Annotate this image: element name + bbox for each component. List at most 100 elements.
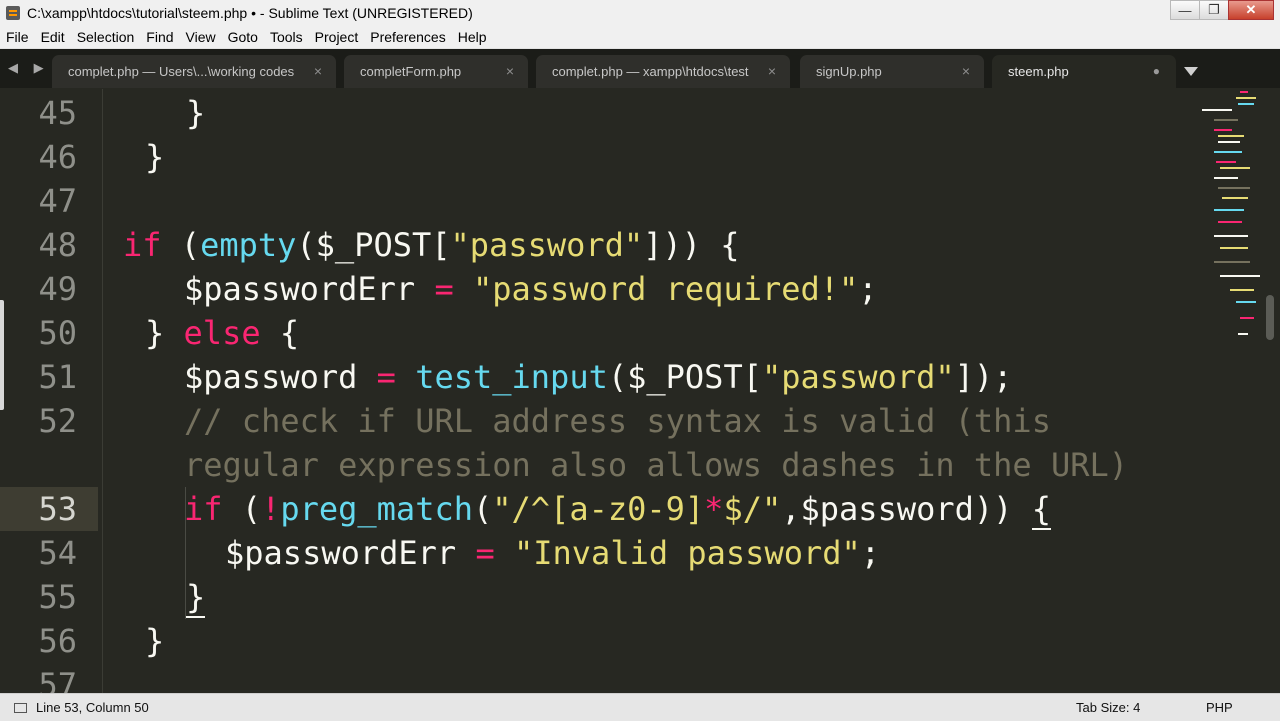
current-line-number: 53 [0,487,98,531]
tab-completform[interactable]: completForm.php × [344,55,528,88]
code-token: ]); [954,358,1013,396]
code-token: ! [261,490,281,528]
code-token: } [145,314,165,352]
code-token: "password" [450,226,644,264]
minimap-line [1222,197,1248,199]
tab-complet-test[interactable]: complet.php — xampp\htdocs\test × [536,55,790,88]
menu-goto[interactable]: Goto [222,29,264,45]
code-token: $/" [723,490,782,528]
code-line-51[interactable]: $password = test_input($_POST["password"… [184,355,1012,399]
tab-steem-active[interactable]: steem.php ● [992,55,1176,88]
line-number: 50 [38,314,77,352]
line-number: 46 [38,138,77,176]
menu-tools[interactable]: Tools [264,29,309,45]
line-number: 56 [38,622,77,660]
tab-close-icon[interactable]: × [962,63,970,79]
code-token: ($_POST[ [607,358,762,396]
minimap-line [1214,129,1232,131]
code-line-46[interactable]: } [145,135,164,179]
code-token: $passwordErr [225,534,457,572]
tab-dropdown-icon[interactable] [1184,67,1198,76]
minimap-line [1230,289,1254,291]
code-line-53[interactable]: if (!preg_match("/^[a-z0-9]*$/",$passwor… [184,487,1051,531]
matched-bracket: { [1031,490,1051,530]
minimize-button[interactable]: — [1170,0,1200,20]
code-line-54[interactable]: $passwordErr = "Invalid password"; [225,531,880,575]
tab-signup[interactable]: signUp.php × [800,55,984,88]
menu-preferences[interactable]: Preferences [364,29,451,45]
tab-complet-working-codes[interactable]: complet.php — Users\...\working codes × [52,55,336,88]
code-token: test_input [415,358,608,396]
code-line-48[interactable]: if (empty($_POST["password"])) { [123,223,740,267]
code-token: } [145,138,165,176]
tab-close-icon[interactable]: × [314,63,322,79]
tab-close-icon[interactable]: × [768,63,776,79]
close-button[interactable]: ✕ [1228,0,1274,20]
code-token: "/^[a-z0-9] [492,490,705,528]
code-line-50[interactable]: } else { [145,311,299,355]
minimap-line [1214,209,1244,211]
code-line-52-comment-wrap[interactable]: regular expression also allows dashes in… [184,443,1128,487]
unsaved-dot-icon[interactable]: ● [1153,64,1160,78]
menu-view[interactable]: View [180,29,222,45]
menu-project[interactable]: Project [309,29,365,45]
maximize-button[interactable]: ❐ [1199,0,1229,20]
panel-toggle-icon[interactable] [14,702,27,713]
minimap-line [1216,161,1236,163]
line-number: 55 [38,578,77,616]
sidebar-toggle-handle[interactable] [0,300,4,410]
menu-edit[interactable]: Edit [35,29,71,45]
code-line-45[interactable]: } [186,91,205,135]
minimap-line [1238,103,1254,105]
code-line-56[interactable]: } [145,619,164,663]
minimap-line [1236,97,1256,99]
code-token: = [434,270,454,308]
minimap-line [1202,109,1232,111]
code-token: "password required!" [472,270,859,308]
minimap-line [1214,177,1238,179]
line-number: 54 [38,534,77,572]
syntax-selector[interactable]: PHP [1206,700,1233,715]
line-number: 52 [38,402,77,440]
code-line-49[interactable]: $passwordErr = "password required!"; [184,267,878,311]
tab-close-icon[interactable]: × [506,63,514,79]
code-token: * [704,490,724,528]
code-token: else [183,314,261,352]
menu-find[interactable]: Find [140,29,179,45]
code-token: preg_match [280,490,473,528]
title-bar: C:\xampp\htdocs\tutorial\steem.php • - S… [0,0,1280,25]
line-number-gutter: 45 46 47 48 49 50 51 52 53 54 55 56 57 [0,89,103,704]
code-token: "Invalid password" [513,534,861,572]
code-token: ( [161,226,201,264]
sublime-app-icon[interactable] [6,5,20,20]
tab-label: complet.php — xampp\htdocs\test [552,64,749,79]
menu-help[interactable]: Help [452,29,493,45]
tab-nav-arrows-icon[interactable]: ◀ ▶ [8,60,50,76]
minimap-line [1236,301,1256,303]
menu-selection[interactable]: Selection [71,29,141,45]
code-token: } [145,622,165,660]
line-number: 51 [38,358,77,396]
minimap-line [1238,333,1248,335]
code-token: $password [184,358,358,396]
code-token: if [184,490,223,528]
line-number: 45 [38,94,77,132]
code-token: "password" [761,358,955,396]
minimap[interactable] [1200,89,1266,693]
code-token: ; [858,270,878,308]
minimap-line [1220,275,1260,277]
tab-size-selector[interactable]: Tab Size: 4 [1076,700,1140,715]
minimap-line [1214,119,1238,121]
code-editor[interactable]: } } if (empty($_POST["password"])) { $pa… [103,89,1200,693]
menu-file[interactable]: File [0,29,35,45]
vertical-scrollbar[interactable] [1266,295,1274,340]
minimap-line [1214,151,1242,153]
code-token: ($_POST[ [296,226,451,264]
code-line-55[interactable]: } [186,575,206,619]
cursor-position: Line 53, Column 50 [36,700,149,715]
code-token: $passwordErr [184,270,416,308]
line-number: 48 [38,226,77,264]
minimap-line [1218,221,1242,223]
code-token: if [123,226,162,264]
code-line-52-comment[interactable]: // check if URL address syntax is valid … [184,399,1051,443]
